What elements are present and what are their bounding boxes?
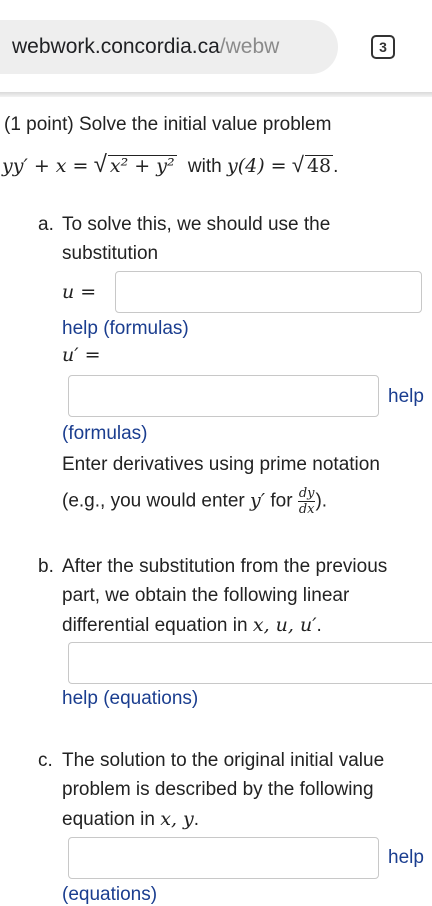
- help-equations-link-ca[interactable]: help: [388, 847, 424, 869]
- part-a-note1: Enter derivatives using prime notation: [62, 454, 380, 475]
- part-a-line2: substitution: [62, 243, 159, 264]
- note2-y: y′: [250, 489, 266, 512]
- address-bar[interactable]: webwork.concordia.ca/webw: [0, 20, 338, 74]
- initial-condition: y(4) =: [226, 155, 287, 177]
- problem-intro: (1 point) Solve the initial value proble…: [4, 114, 332, 135]
- tab-switcher-button[interactable]: 3: [371, 35, 395, 59]
- part-b-vars: x, u, u′: [252, 614, 317, 636]
- tab-count: 3: [379, 39, 387, 55]
- part-b-marker: b.: [38, 556, 54, 577]
- frac-den: dx: [298, 502, 315, 517]
- sqrt-sign: √: [93, 151, 107, 178]
- part-a-marker: a.: [38, 214, 54, 235]
- help-formulas-link-1[interactable]: help (formulas): [62, 318, 189, 340]
- part-c-line3: equation in x, y.: [62, 808, 199, 831]
- note2-pre: (e.g., you would enter: [62, 490, 245, 512]
- part-a-line1: To solve this, we should use the: [62, 214, 331, 235]
- solution-input[interactable]: [68, 837, 379, 879]
- toolbar-divider: [0, 92, 432, 97]
- part-b-line1: After the substitution from the previous: [62, 556, 388, 577]
- ic-sqrt-content: 48: [304, 155, 334, 177]
- part-c-line3-pre: equation in: [62, 809, 155, 830]
- help-equations-link-b[interactable]: help (equations): [62, 688, 198, 710]
- uprime-label: u′ =: [62, 344, 101, 366]
- browser-toolbar: webwork.concordia.ca/webw 3: [0, 0, 432, 92]
- problem-equation: yy′ + x = √ x² + y² with y(4) = √ 48.: [2, 151, 338, 179]
- part-c-line3-post: .: [193, 809, 200, 830]
- part-c-line1: The solution to the original initial val…: [62, 750, 385, 771]
- sqrt-content: x² + y²: [107, 155, 177, 177]
- frac-num: dy: [297, 486, 316, 502]
- part-a-note2: (e.g., you would enter y′ for dy dx ).: [62, 487, 327, 516]
- equation-lhs: yy′ + x =: [2, 155, 89, 177]
- note2-for: for: [270, 490, 293, 512]
- part-c-line2: problem is described by the following: [62, 779, 374, 800]
- equation-period: .: [333, 156, 339, 177]
- u-label: u =: [62, 281, 97, 303]
- url-host: webwork.concordia.ca: [12, 35, 220, 58]
- part-b-line3-post: .: [316, 615, 322, 636]
- part-b-line2: part, we obtain the following linear: [62, 585, 350, 606]
- part-c-marker: c.: [38, 750, 53, 771]
- linear-de-input[interactable]: [68, 642, 432, 684]
- note2-post: ).: [315, 490, 328, 512]
- help-equations-link-cb[interactable]: (equations): [62, 884, 157, 906]
- part-c-vars: x, y: [160, 808, 194, 830]
- uprime-input[interactable]: [68, 375, 379, 417]
- ic-sqrt-sign: √: [291, 152, 304, 177]
- url-path: /webw: [219, 35, 280, 58]
- help-formulas-link-2b[interactable]: (formulas): [62, 423, 148, 445]
- dy-dx-fraction: dy dx: [297, 486, 316, 517]
- u-input[interactable]: [115, 271, 422, 313]
- help-formulas-link-2a[interactable]: help: [388, 386, 424, 408]
- with-text: with: [187, 156, 222, 177]
- part-b-line3: differential equation in x, u, u′.: [62, 614, 322, 637]
- part-b-line3-pre: differential equation in: [62, 615, 248, 636]
